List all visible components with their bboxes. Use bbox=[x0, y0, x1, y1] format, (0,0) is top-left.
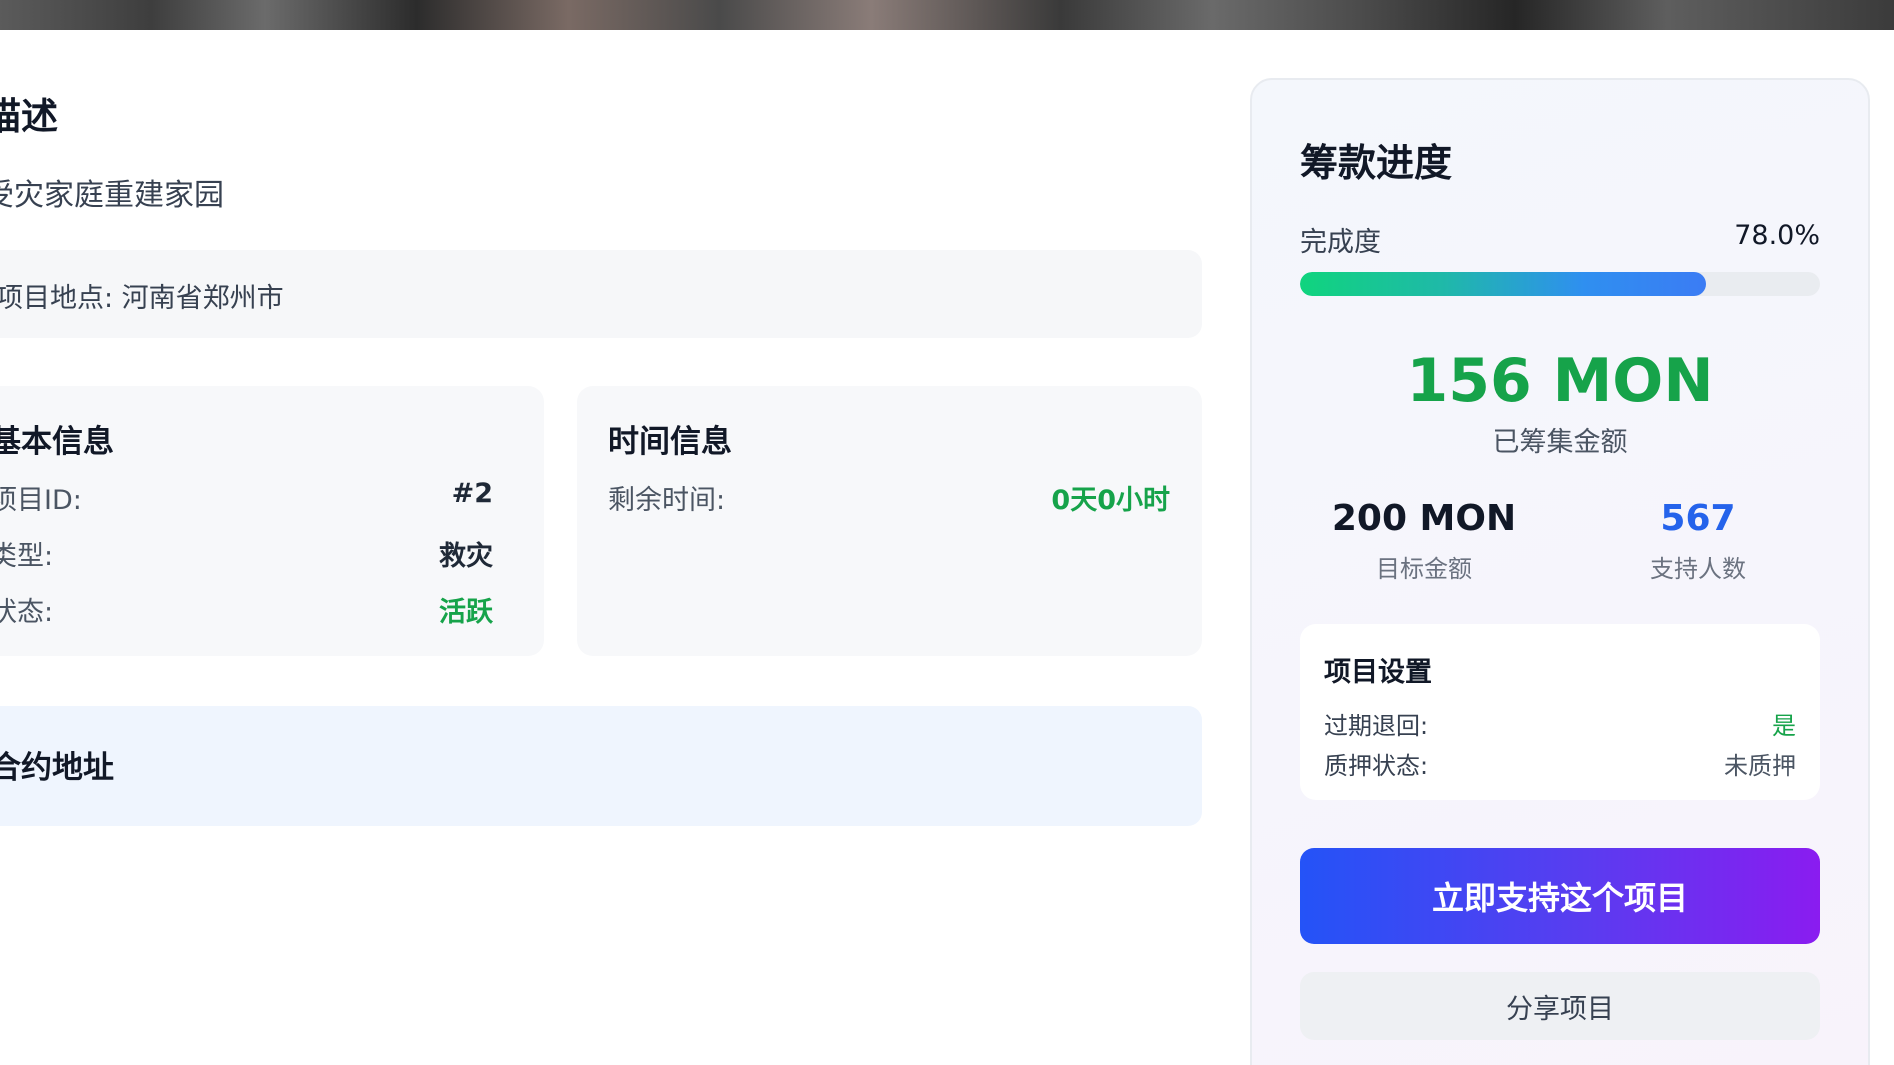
project-settings-title: 项目设置 bbox=[1324, 657, 1432, 688]
location-text: 项目地点: 河南省郑州市 bbox=[0, 283, 284, 314]
funding-progress-panel: 筹款进度 完成度 78.0% 156 MON 已筹集金额 200 MON 目标金… bbox=[1250, 78, 1870, 1065]
support-project-button[interactable]: 立即支持这个项目 bbox=[1300, 848, 1820, 944]
time-info-title: 时间信息 bbox=[608, 424, 732, 460]
backers-stat: 567 支持人数 bbox=[1558, 498, 1838, 584]
project-type-value: 救灾 bbox=[439, 541, 493, 572]
location-box: 项目地点: 河南省郑州市 bbox=[0, 250, 1202, 338]
description-heading: 描述 bbox=[0, 95, 58, 138]
refund-label: 过期退回: bbox=[1324, 712, 1429, 740]
funding-progress-title: 筹款进度 bbox=[1300, 141, 1453, 185]
backers-count: 567 bbox=[1660, 498, 1736, 539]
project-status-row: 状态: 活跃 bbox=[0, 590, 493, 628]
contract-address-title: 合约地址 bbox=[0, 750, 114, 786]
project-status-value: 活跃 bbox=[439, 597, 493, 628]
remaining-time-value: 0天0小时 bbox=[1051, 485, 1170, 516]
time-info-card: 时间信息 剩余时间: 0天0小时 bbox=[577, 386, 1202, 656]
progress-bar bbox=[1300, 272, 1820, 296]
raised-amount-label: 已筹集金额 bbox=[1492, 427, 1628, 458]
contract-address-box: 合约地址 bbox=[0, 706, 1202, 826]
completion-label: 完成度 bbox=[1300, 227, 1381, 258]
project-type-label: 类型: bbox=[0, 541, 54, 572]
completion-percent: 78.0% bbox=[1734, 220, 1820, 251]
raised-amount: 156 MON bbox=[1406, 346, 1714, 416]
share-project-button[interactable]: 分享项目 bbox=[1300, 972, 1820, 1040]
project-id-row: 项目ID: #2 bbox=[0, 478, 493, 516]
goal-label: 目标金额 bbox=[1376, 555, 1472, 583]
description-text: 受灾家庭重建家园 bbox=[0, 178, 224, 213]
project-id-value: #2 bbox=[451, 478, 493, 509]
project-type-row: 类型: 救灾 bbox=[0, 534, 493, 572]
project-status-label: 状态: bbox=[0, 597, 54, 628]
refund-value: 是 bbox=[1772, 712, 1796, 740]
remaining-time-row: 剩余时间: 0天0小时 bbox=[608, 478, 1170, 516]
project-cover-image bbox=[0, 0, 1894, 30]
pledge-label: 质押状态: bbox=[1324, 752, 1429, 780]
progress-bar-fill bbox=[1300, 272, 1706, 296]
remaining-time-label: 剩余时间: bbox=[608, 485, 726, 516]
basic-info-title: 基本信息 bbox=[0, 424, 114, 460]
backers-label: 支持人数 bbox=[1650, 555, 1746, 583]
project-id-label: 项目ID: bbox=[0, 485, 82, 516]
goal-amount: 200 MON bbox=[1331, 498, 1517, 539]
pledge-value: 未质押 bbox=[1724, 752, 1796, 780]
project-settings-box: 项目设置 过期退回: 是 质押状态: 未质押 bbox=[1300, 624, 1820, 800]
basic-info-card: 基本信息 项目ID: #2 类型: 救灾 状态: 活跃 bbox=[0, 386, 544, 656]
goal-stat: 200 MON 目标金额 bbox=[1284, 498, 1564, 584]
